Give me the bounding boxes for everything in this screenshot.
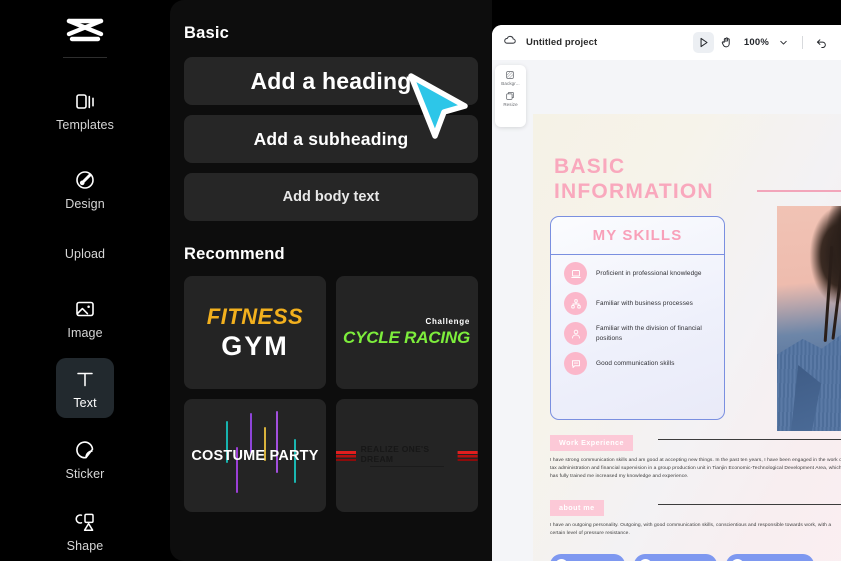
sidebar-label-image: Image	[67, 325, 103, 340]
project-name[interactable]: Untitled project	[526, 37, 597, 48]
wing-left-icon	[336, 450, 356, 461]
decor-streak	[276, 411, 278, 473]
portrait-photo[interactable]	[777, 206, 841, 431]
canvas-stage[interactable]: Backgr... Resize BASIC INFORMATION MY SK…	[492, 60, 841, 561]
skill-text: Familiar with the division of financial …	[596, 324, 702, 342]
sidebar-label-templates: Templates	[56, 117, 114, 132]
shape-icon	[73, 510, 97, 534]
skill-text: Good communication skills	[596, 359, 675, 367]
editor-window: Untitled project 100% Backgr... Resize B…	[492, 25, 841, 561]
zoom-level-label[interactable]: 100%	[744, 37, 769, 48]
text-t-icon	[73, 367, 97, 391]
contact-phone-pill[interactable]: +123-456-7890	[550, 554, 625, 561]
template-costume-line1: COSTUME PARTY	[191, 447, 319, 464]
sticker-icon	[73, 438, 97, 462]
wing-right-icon	[458, 450, 478, 461]
recommend-section-heading: Recommend	[184, 245, 285, 263]
my-skills-heading: MY SKILLS	[551, 217, 724, 255]
person-icon	[564, 322, 587, 345]
recommend-template-grid: FITNESS GYM Challenge CYCLE RACING COSTU…	[184, 276, 478, 512]
sidebar-item-shape[interactable]: Shape	[56, 501, 114, 561]
template-card-costume-party[interactable]: COSTUME PARTY	[184, 399, 326, 512]
my-skills-box[interactable]: MY SKILLS Proficient in professional kno…	[550, 216, 725, 420]
contact-email-pill[interactable]: Hello@capcut.com	[725, 554, 814, 561]
sidebar-label-text: Text	[73, 395, 97, 410]
sidebar-item-templates[interactable]: Templates	[56, 80, 114, 140]
capcut-logo[interactable]	[61, 14, 109, 49]
template-cycle-line1: Challenge	[425, 317, 470, 326]
hand-pan-icon[interactable]	[716, 32, 737, 53]
image-icon	[73, 297, 97, 321]
sidebar-item-design[interactable]: Design	[56, 160, 114, 220]
about-me-body: I have an outgoing personality. Outgoing…	[550, 522, 832, 536]
template-card-fitness-gym[interactable]: FITNESS GYM	[184, 276, 326, 389]
sidebar-item-image[interactable]: Image	[56, 289, 114, 349]
template-dream-line1: REALIZE ONE'S DREAM	[360, 443, 430, 464]
about-me-tag: about me	[550, 499, 604, 516]
hierarchy-icon	[564, 292, 587, 315]
basic-section-heading: Basic	[184, 24, 230, 42]
resize-icon	[506, 92, 515, 100]
add-body-text-button[interactable]: Add body text	[184, 173, 478, 221]
work-experience-tag: Work Experience	[550, 434, 633, 451]
mini-panel-resize[interactable]: Resize	[503, 91, 518, 107]
template-card-cycle-racing[interactable]: Challenge CYCLE RACING	[336, 276, 478, 389]
cursor-play-icon[interactable]	[692, 32, 714, 53]
toolbar-right-controls: 100%	[692, 32, 832, 53]
mini-panel-background-label: Backgr...	[501, 81, 520, 86]
template-fitness-line2: GYM	[221, 330, 289, 361]
design-brush-icon	[73, 168, 97, 192]
editor-toolbar: Untitled project 100%	[492, 25, 841, 60]
skill-item: Familiar with business processes	[551, 285, 724, 315]
work-experience-section: Work Experience I have strong communicat…	[550, 432, 841, 482]
templates-icon	[73, 89, 97, 113]
chevron-down-icon[interactable]	[773, 32, 794, 53]
mini-panel-resize-label: Resize	[503, 102, 518, 107]
left-nav-rail: Templates Design Upload Image Text Stick…	[0, 0, 170, 561]
design-artboard[interactable]: BASIC INFORMATION MY SKILLS Proficient i…	[533, 114, 841, 561]
sidebar-label-design: Design	[65, 197, 105, 212]
contact-pill-row: +123-456-7890 www.capcut.com	[550, 554, 814, 561]
work-experience-body: I have strong communication skills and a…	[550, 457, 841, 480]
canvas-mini-panel: Backgr... Resize	[495, 65, 526, 127]
skill-text: Proficient in professional knowledge	[596, 269, 702, 277]
about-me-section: about me I have an outgoing personality.…	[550, 497, 841, 538]
underline-rule	[369, 465, 444, 468]
cloud-save-icon[interactable]	[503, 33, 517, 52]
template-card-realize-dream[interactable]: REALIZE ONE'S DREAM	[336, 399, 478, 512]
background-icon	[506, 71, 515, 79]
laptop-icon	[564, 262, 587, 285]
skill-item: Familiar with the division of financial …	[551, 315, 724, 345]
title-rule	[757, 190, 841, 193]
skill-item: Proficient in professional knowledge	[551, 255, 724, 285]
add-subheading-button[interactable]: Add a subheading	[184, 115, 478, 163]
section-rule	[658, 439, 841, 441]
mini-panel-background[interactable]: Backgr...	[501, 70, 520, 86]
skill-text: Familiar with business processes	[596, 299, 693, 307]
rail-divider	[63, 57, 107, 59]
artboard-title: BASIC INFORMATION	[554, 155, 714, 205]
capcut-editor-window: Templates Design Upload Image Text Stick…	[0, 0, 841, 561]
template-cycle-line2: CYCLE RACING	[343, 328, 470, 347]
artboard-title-line2: INFORMATION	[554, 179, 714, 203]
sidebar-label-sticker: Sticker	[65, 467, 105, 482]
artboard-title-line1: BASIC	[554, 155, 626, 178]
text-options-panel: Basic Add a heading Add a subheading Add…	[170, 0, 492, 561]
sidebar-label-upload: Upload	[64, 247, 106, 262]
sidebar-item-upload[interactable]: Upload	[56, 235, 114, 272]
skill-item: Good communication skills	[551, 345, 724, 375]
add-heading-button[interactable]: Add a heading	[184, 57, 478, 105]
template-dream-center: REALIZE ONE'S DREAM	[361, 444, 454, 468]
template-fitness-line1: FITNESS	[206, 303, 304, 329]
contact-website-pill[interactable]: www.capcut.com	[633, 554, 717, 561]
sidebar-item-text[interactable]: Text	[56, 358, 114, 418]
toolbar-divider	[802, 36, 803, 49]
sidebar-label-shape: Shape	[66, 538, 104, 553]
chat-icon	[564, 352, 587, 375]
sidebar-item-sticker[interactable]: Sticker	[56, 430, 114, 490]
undo-arrow-icon[interactable]	[811, 32, 832, 53]
section-rule	[658, 504, 841, 506]
